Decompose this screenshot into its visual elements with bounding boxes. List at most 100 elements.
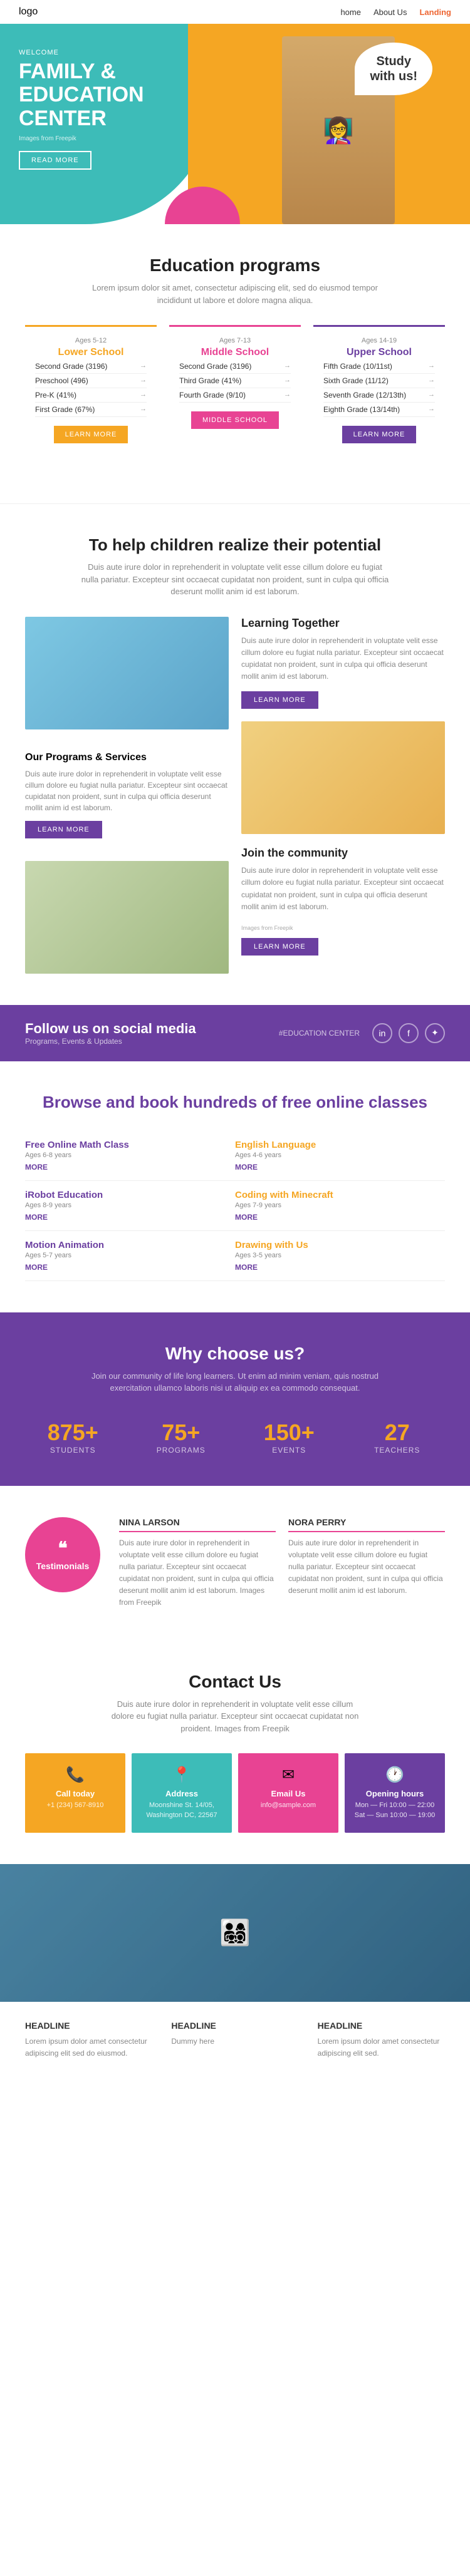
hero-credit: Images from Freepik — [19, 135, 144, 142]
facebook-icon[interactable]: f — [399, 1023, 419, 1043]
programs-services-button[interactable]: LEARN MORE — [25, 821, 102, 838]
list-item: Second Grade (3196)→ — [179, 359, 291, 374]
class-english: English Language Ages 4-6 years MORE — [235, 1131, 445, 1181]
contact-call-info: +1 (234) 567-8910 — [31, 1801, 119, 1810]
hero-study-badge: Study with us! — [355, 43, 432, 95]
footer-col-2: HEADLINE Dummy here — [171, 2021, 298, 2059]
testimonials-label: ❝ Testimonials — [25, 1517, 100, 1592]
class-english-name: English Language — [235, 1140, 445, 1150]
contact-hours-info: Mon — Fri 10:00 — 22:00Sat — Sun 10:00 —… — [351, 1801, 439, 1820]
potential-image-2 — [241, 721, 445, 834]
class-minecraft-more[interactable]: MORE — [235, 1213, 445, 1222]
potential-image-3 — [25, 861, 229, 974]
class-english-more[interactable]: MORE — [235, 1163, 445, 1172]
list-item: Eighth Grade (13/14th)→ — [323, 403, 435, 417]
testimonial-nina-name: NINA LARSON — [119, 1517, 276, 1532]
footer-col-3: HEADLINE Lorem ipsum dolor amet consecte… — [318, 2021, 445, 2059]
browse-title: Browse and book hundreds of free online … — [25, 1093, 445, 1112]
testimonial-nina-text: Duis aute irure dolor in reprehenderit i… — [119, 1537, 276, 1609]
instagram-icon[interactable]: ✦ — [425, 1023, 445, 1043]
join-community-title: Join the community — [241, 847, 445, 860]
education-programs-subtitle: Lorem ipsum dolor sit amet, consectetur … — [78, 282, 392, 306]
footer-col-1: HEADLINE Lorem ipsum dolor amet consecte… — [25, 2021, 152, 2059]
education-programs-title: Education programs — [25, 255, 445, 276]
stat-programs-label: PROGRAMS — [133, 1446, 229, 1455]
learning-together-block: Learning Together Duis aute irure dolor … — [241, 617, 445, 709]
potential-left: Our Programs & Services Duis aute irure … — [25, 617, 229, 974]
stat-programs: 75+ PROGRAMS — [133, 1419, 229, 1455]
class-math-age: Ages 6-8 years — [25, 1151, 235, 1159]
stat-teachers-number: 27 — [350, 1419, 446, 1446]
nav-link-landing[interactable]: Landing — [419, 8, 451, 17]
browse-section: Browse and book hundreds of free online … — [0, 1061, 470, 1312]
class-math-name: Free Online Math Class — [25, 1140, 235, 1150]
testimonial-nora-name: NORA PERRY — [288, 1517, 445, 1532]
list-item: Third Grade (41%)→ — [179, 374, 291, 388]
footer: HEADLINE Lorem ipsum dolor amet consecte… — [0, 2002, 470, 2078]
list-item: Sixth Grade (11/12)→ — [323, 374, 435, 388]
class-irobot-name: iRobot Education — [25, 1190, 235, 1200]
footer-col-3-text: Lorem ipsum dolor amet consectetur adipi… — [318, 2036, 445, 2059]
middle-school-items: Second Grade (3196)→ Third Grade (41%)→ … — [179, 359, 291, 403]
join-community-button[interactable]: LEARN MORE — [241, 938, 318, 956]
why-section: Why choose us? Join our community of lif… — [0, 1312, 470, 1486]
stat-programs-number: 75+ — [133, 1419, 229, 1446]
learning-together-title: Learning Together — [241, 617, 445, 630]
class-irobot-more[interactable]: MORE — [25, 1213, 235, 1222]
bottom-image-content: 👨‍👩‍👧‍👦 — [219, 1918, 251, 1947]
upper-school-items: Fifth Grade (10/11st)→ Sixth Grade (11/1… — [323, 359, 435, 417]
program-name-upper: Upper School — [323, 347, 435, 358]
programs-services-title: Our Programs & Services — [25, 752, 229, 763]
classes-grid: Free Online Math Class Ages 6-8 years MO… — [25, 1131, 445, 1281]
stat-events: 150+ EVENTS — [241, 1419, 337, 1455]
stat-events-label: EVENTS — [241, 1446, 337, 1455]
location-icon: 📍 — [138, 1766, 226, 1784]
contact-card-hours: 🕐 Opening hours Mon — Fri 10:00 — 22:00S… — [345, 1753, 445, 1833]
program-lower-school: Ages 5-12 Lower School Second Grade (319… — [25, 325, 157, 453]
contact-card-call: 📞 Call today +1 (234) 567-8910 — [25, 1753, 125, 1833]
footer-col-1-title: HEADLINE — [25, 2021, 152, 2031]
linkedin-icon[interactable]: in — [372, 1023, 392, 1043]
learning-together-button[interactable]: LEARN MORE — [241, 691, 318, 709]
contact-email-info: info@sample.com — [244, 1801, 332, 1810]
class-motion-more[interactable]: MORE — [25, 1263, 235, 1272]
testimonials-label-text: Testimonials — [36, 1561, 90, 1571]
class-english-age: Ages 4-6 years — [235, 1151, 445, 1159]
contact-call-title: Call today — [31, 1789, 119, 1798]
nav-link-about[interactable]: About Us — [373, 8, 407, 17]
testimonial-nora-text: Duis aute irure dolor in reprehenderit i… — [288, 1537, 445, 1597]
list-item: Preschool (496)→ — [35, 374, 147, 388]
upper-school-button[interactable]: LEARN MORE — [342, 426, 417, 443]
join-community-block: Join the community Duis aute irure dolor… — [241, 847, 445, 956]
footer-col-2-text: Dummy here — [171, 2036, 298, 2048]
contact-email-title: Email Us — [244, 1789, 332, 1798]
lower-school-items: Second Grade (3196)→ Preschool (496)→ Pr… — [35, 359, 147, 417]
social-media-section: Follow us on social media Programs, Even… — [0, 1005, 470, 1061]
hero-welcome-label: WELCOME — [19, 49, 144, 56]
join-credit: Images from Freepik — [241, 925, 293, 931]
potential-image-1 — [25, 617, 229, 729]
class-math-more[interactable]: MORE — [25, 1163, 235, 1172]
nav-link-home[interactable]: home — [340, 8, 361, 17]
middle-school-button[interactable]: MIDDLE SCHOOL — [191, 411, 279, 429]
potential-title: To help children realize their potential — [25, 535, 445, 555]
hero-read-more-button[interactable]: READ MORE — [19, 151, 91, 170]
class-minecraft-age: Ages 7-9 years — [235, 1202, 445, 1209]
testimonials-section: ❝ Testimonials NINA LARSON Duis aute iru… — [0, 1486, 470, 1641]
class-drawing-more[interactable]: MORE — [235, 1263, 445, 1272]
contact-address-title: Address — [138, 1789, 226, 1798]
lower-school-button[interactable]: LEARN MORE — [54, 426, 128, 443]
class-minecraft-name: Coding with Minecraft — [235, 1190, 445, 1200]
contact-hours-title: Opening hours — [351, 1789, 439, 1798]
social-left: Follow us on social media Programs, Even… — [25, 1021, 196, 1046]
phone-icon: 📞 — [31, 1766, 119, 1784]
nav-links: home About Us Landing — [340, 8, 451, 17]
learning-together-text: Duis aute irure dolor in reprehenderit i… — [241, 635, 445, 683]
footer-col-1-text: Lorem ipsum dolor amet consectetur adipi… — [25, 2036, 152, 2059]
program-upper-school: Ages 14-19 Upper School Fifth Grade (10/… — [313, 325, 445, 453]
footer-grid: HEADLINE Lorem ipsum dolor amet consecte… — [25, 2021, 445, 2059]
testimonial-nora: NORA PERRY Duis aute irure dolor in repr… — [288, 1517, 445, 1609]
stat-students-number: 875+ — [25, 1419, 121, 1446]
potential-right: Learning Together Duis aute irure dolor … — [241, 617, 445, 974]
nav-logo: logo — [19, 6, 38, 18]
